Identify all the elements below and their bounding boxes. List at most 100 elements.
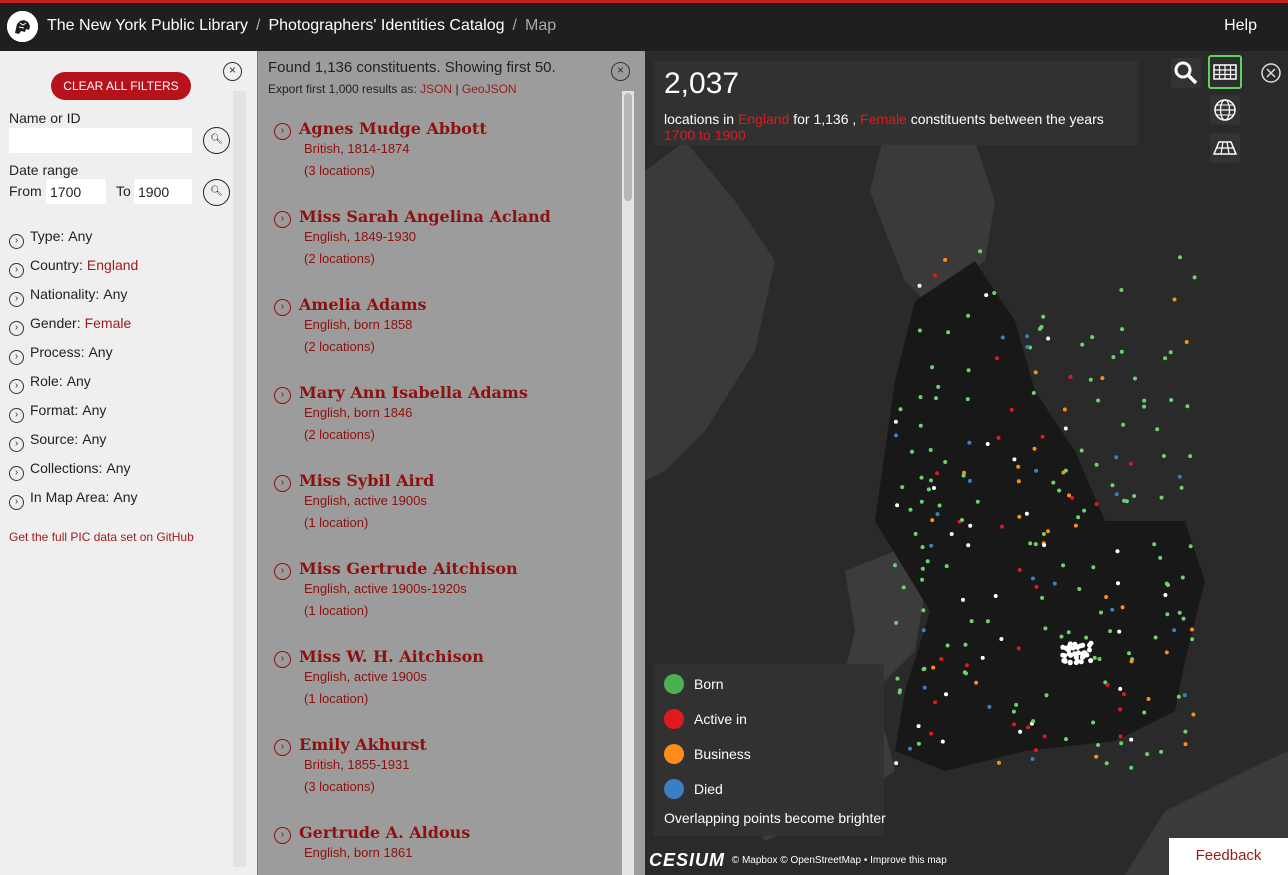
location-point[interactable] [1169, 398, 1174, 402]
result-name[interactable]: Mary Ann Isabella Adams [299, 383, 528, 402]
location-point[interactable] [974, 680, 979, 685]
location-point[interactable] [939, 657, 944, 661]
location-point[interactable] [966, 368, 971, 373]
cesium-logo-icon[interactable]: CESIUM [649, 850, 725, 870]
location-point[interactable] [1104, 595, 1109, 599]
location-point[interactable] [1142, 404, 1147, 409]
location-point[interactable] [1118, 734, 1123, 739]
location-point[interactable] [1011, 709, 1016, 714]
location-point[interactable] [1159, 495, 1164, 500]
location-point[interactable] [987, 704, 992, 709]
location-point[interactable] [1084, 635, 1089, 640]
location-point[interactable] [1017, 568, 1022, 572]
chevron-right-icon[interactable]: › [274, 387, 291, 404]
location-point[interactable] [1041, 314, 1046, 319]
location-point[interactable] [1163, 593, 1168, 597]
location-point[interactable] [1018, 729, 1023, 734]
location-point[interactable] [1079, 654, 1085, 660]
location-point[interactable] [1063, 426, 1068, 431]
location-point[interactable] [1120, 605, 1125, 610]
filter-scrollbar[interactable] [233, 91, 246, 867]
location-point[interactable] [1091, 720, 1096, 725]
nypl-lion-logo-icon[interactable] [7, 11, 38, 42]
location-point[interactable] [1087, 647, 1092, 653]
location-point[interactable] [1080, 342, 1085, 347]
location-point[interactable] [922, 685, 927, 690]
location-point[interactable] [1161, 454, 1166, 458]
location-point[interactable] [929, 731, 934, 736]
location-point[interactable] [895, 503, 900, 508]
location-point[interactable] [1070, 495, 1075, 500]
location-point[interactable] [1051, 480, 1056, 485]
location-point[interactable] [1077, 587, 1082, 591]
location-point[interactable] [1129, 737, 1134, 742]
location-point[interactable] [921, 628, 926, 633]
location-point[interactable] [1142, 398, 1147, 403]
location-point[interactable] [966, 313, 971, 318]
filter-format[interactable]: › Format: Any [9, 402, 106, 423]
location-point[interactable] [1046, 529, 1050, 534]
location-point[interactable] [1080, 642, 1086, 648]
location-point[interactable] [1105, 682, 1110, 687]
location-point[interactable] [1110, 483, 1115, 488]
chevron-right-icon[interactable]: › [274, 827, 291, 844]
location-point[interactable] [1062, 658, 1068, 664]
location-point[interactable] [1063, 468, 1068, 473]
location-point[interactable] [1192, 275, 1197, 280]
location-point[interactable] [916, 724, 921, 729]
location-point[interactable] [1191, 712, 1196, 717]
location-point[interactable] [961, 597, 965, 602]
attribution-text[interactable]: © Mapbox © OpenStreetMap • Improve this … [732, 855, 947, 866]
grid-view-icon[interactable] [1208, 55, 1242, 89]
location-point[interactable] [919, 475, 924, 480]
location-point[interactable] [901, 585, 906, 590]
location-point[interactable] [918, 423, 923, 428]
location-point[interactable] [1119, 741, 1124, 746]
location-point[interactable] [1111, 355, 1116, 360]
chevron-right-icon[interactable]: › [274, 211, 291, 228]
location-point[interactable] [1092, 655, 1097, 660]
location-point[interactable] [1067, 493, 1071, 498]
result-locations[interactable]: (1 location) [304, 691, 368, 706]
filter-source[interactable]: › Source: Any [9, 431, 106, 452]
location-point[interactable] [910, 449, 914, 454]
location-point[interactable] [975, 499, 980, 504]
result-name[interactable]: Miss Gertrude Aitchison [299, 559, 518, 578]
location-point[interactable] [1163, 356, 1168, 361]
location-point[interactable] [1172, 628, 1177, 633]
location-point[interactable] [1155, 427, 1160, 432]
result-locations[interactable]: (1 location) [304, 515, 368, 530]
location-point[interactable] [933, 700, 938, 705]
location-point[interactable] [1116, 581, 1120, 586]
location-point[interactable] [980, 655, 985, 660]
location-point[interactable] [949, 532, 954, 536]
name-search-button[interactable]: 🔍︎ [203, 127, 230, 154]
location-point[interactable] [1177, 474, 1182, 479]
location-point[interactable] [908, 746, 912, 751]
filter-process[interactable]: › Process: Any [9, 344, 113, 365]
location-point[interactable] [1094, 502, 1099, 506]
location-point[interactable] [1117, 629, 1122, 634]
location-point[interactable] [978, 249, 983, 254]
location-point[interactable] [1127, 651, 1131, 656]
location-point[interactable] [928, 448, 933, 452]
location-point[interactable] [1181, 616, 1186, 621]
filter-country[interactable]: › Country: England [9, 257, 138, 278]
location-point[interactable] [963, 642, 968, 647]
filter-role[interactable]: › Role: Any [9, 373, 91, 394]
location-point[interactable] [1114, 492, 1119, 497]
location-point[interactable] [900, 485, 905, 490]
location-point[interactable] [1076, 515, 1081, 520]
location-point[interactable] [1159, 749, 1164, 754]
location-point[interactable] [929, 543, 934, 548]
location-point[interactable] [1024, 511, 1029, 516]
location-point[interactable] [1062, 407, 1067, 412]
location-point[interactable] [1188, 454, 1193, 459]
location-point[interactable] [1172, 297, 1177, 302]
location-point[interactable] [997, 760, 1001, 765]
location-point[interactable] [1012, 457, 1017, 462]
location-point[interactable] [996, 435, 1001, 440]
location-point[interactable] [945, 643, 950, 648]
location-point[interactable] [1146, 697, 1151, 701]
location-point[interactable] [943, 460, 948, 464]
